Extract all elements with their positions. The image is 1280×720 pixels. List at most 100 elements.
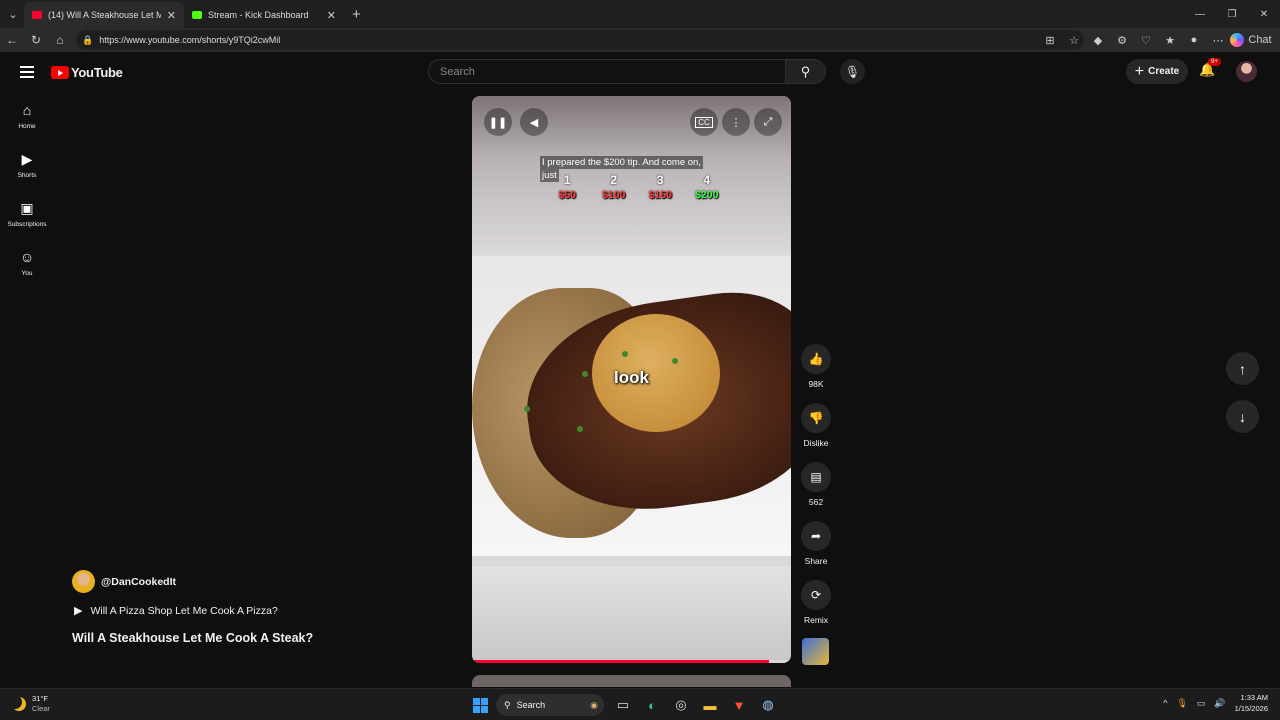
related-video-title: Will A Pizza Shop Let Me Cook A Pizza? bbox=[90, 604, 278, 617]
video-progress-bar[interactable] bbox=[472, 660, 791, 663]
extensions-icon[interactable]: ⚙ bbox=[1110, 34, 1134, 47]
microphone-icon[interactable]: 🎙 bbox=[1176, 698, 1187, 709]
notifications-button[interactable]: 🔔 9+ bbox=[1199, 58, 1221, 78]
mini-guide-sidebar: ⌂ Home ▶ Shorts ▣ Subscriptions ☺ You bbox=[0, 92, 54, 288]
like-button[interactable]: 👍 98K bbox=[797, 344, 835, 389]
next-short-button[interactable]: ↓ bbox=[1226, 400, 1259, 433]
speaker-icon[interactable]: 🔊 bbox=[1214, 698, 1225, 709]
restore-icon[interactable]: ❐ bbox=[1216, 9, 1248, 20]
remix-button[interactable]: ⟳ Remix bbox=[797, 580, 835, 625]
sidebar-item-home[interactable]: ⌂ Home bbox=[0, 92, 54, 141]
remix-icon: ⟳ bbox=[801, 580, 831, 610]
sidebar-item-subscriptions[interactable]: ▣ Subscriptions bbox=[0, 190, 54, 239]
tab-youtube[interactable]: (14) Will A Steakhouse Let Me ✕ bbox=[24, 2, 184, 28]
chrome-icon[interactable]: ◎ bbox=[668, 693, 694, 717]
channel-avatar[interactable] bbox=[72, 570, 95, 593]
more-vert-icon: ⋮ bbox=[730, 116, 742, 129]
task-view-icon[interactable]: ▭ bbox=[610, 693, 636, 717]
share-button[interactable]: ➦ Share bbox=[797, 521, 835, 566]
sidebar-item-label: You bbox=[21, 270, 33, 277]
search-input[interactable]: Search bbox=[428, 59, 786, 84]
more-options-button[interactable]: ⋮ bbox=[722, 108, 750, 136]
minimize-icon[interactable]: — bbox=[1184, 9, 1216, 20]
more-menu-icon[interactable]: ⋯ bbox=[1206, 34, 1230, 47]
brave-browser-icon[interactable]: ▼ bbox=[726, 693, 752, 717]
video-title: Will A Steakhouse Let Me Cook A Steak? bbox=[72, 631, 314, 645]
search-highlight-icon: ◉ bbox=[590, 699, 598, 710]
cc-icon: CC bbox=[695, 116, 713, 128]
browser-essentials-icon[interactable]: ♡ bbox=[1134, 34, 1158, 47]
sidebar-item-you[interactable]: ☺ You bbox=[0, 239, 54, 288]
browser-tab-bar: ⌄ (14) Will A Steakhouse Let Me ✕ Stream… bbox=[0, 0, 1280, 28]
account-avatar[interactable] bbox=[1236, 61, 1257, 82]
steam-icon[interactable]: ◍ bbox=[755, 693, 781, 717]
tip-options: 1 $50 2 $100 3 $150 4 $200 bbox=[544, 173, 730, 201]
arrow-up-icon: ↑ bbox=[1239, 360, 1246, 377]
new-tab-icon[interactable]: + bbox=[352, 6, 361, 23]
microphone-icon: 🎙 bbox=[844, 64, 861, 79]
weather-widget[interactable]: 31°F Clear bbox=[12, 694, 50, 714]
close-window-icon[interactable]: ✕ bbox=[1248, 9, 1280, 20]
edge-browser-icon[interactable]: ◐ bbox=[639, 693, 665, 717]
home-icon[interactable]: ⌂ bbox=[48, 33, 72, 47]
favorite-star-icon[interactable]: ☆ bbox=[1062, 34, 1086, 47]
channel-info[interactable]: @DanCookedIt bbox=[72, 570, 176, 593]
tip-option: 1 $50 bbox=[544, 173, 591, 201]
favorites-icon[interactable]: ★ bbox=[1158, 34, 1182, 47]
url-field[interactable]: 🔒 https://www.youtube.com/shorts/y9TQi2c… bbox=[76, 30, 1084, 50]
dislike-button[interactable]: 👎 Dislike bbox=[797, 403, 835, 448]
sidebar-item-label: Home bbox=[18, 123, 36, 130]
comments-button[interactable]: ▤ 562 bbox=[797, 462, 835, 507]
chevron-up-icon[interactable]: ^ bbox=[1163, 698, 1167, 708]
channel-handle[interactable]: @DanCookedIt bbox=[101, 576, 176, 588]
subscriptions-icon: ▣ bbox=[20, 200, 34, 216]
logo-text: YouTube bbox=[71, 65, 123, 80]
taskbar-search[interactable]: ⚲ Search ◉ bbox=[496, 694, 604, 716]
herb-garnish bbox=[524, 406, 530, 412]
herb-garnish bbox=[622, 351, 628, 357]
tab-kick[interactable]: Stream - Kick Dashboard ✕ bbox=[184, 2, 344, 28]
app-available-icon[interactable]: ⊞ bbox=[1038, 34, 1062, 47]
menu-icon[interactable] bbox=[20, 66, 34, 78]
related-video-link[interactable]: ▶ Will A Pizza Shop Let Me Cook A Pizza? bbox=[72, 604, 278, 618]
youtube-logo[interactable]: YouTube bbox=[51, 65, 123, 80]
tab-close-icon[interactable]: ✕ bbox=[167, 9, 176, 22]
site-info-icon[interactable]: 🔒 bbox=[82, 35, 93, 46]
tab-title: Stream - Kick Dashboard bbox=[208, 10, 309, 20]
sidebar-item-shorts[interactable]: ▶ Shorts bbox=[0, 141, 54, 190]
home-icon: ⌂ bbox=[22, 102, 32, 118]
system-tray: ^ 🎙 ▭ 🔊 1:33 AM 1/15/2026 bbox=[1163, 692, 1268, 714]
channel-thumbnail[interactable] bbox=[802, 638, 829, 665]
fullscreen-button[interactable]: ⤢ bbox=[754, 108, 782, 136]
previous-short-button[interactable]: ↑ bbox=[1226, 352, 1259, 385]
moon-icon bbox=[12, 697, 26, 711]
expand-icon: ⤢ bbox=[763, 115, 773, 128]
mute-button[interactable]: ◀ bbox=[520, 108, 548, 136]
taskbar-search-label: Search bbox=[516, 700, 546, 710]
tab-actions-menu-button[interactable]: ⌄ bbox=[2, 3, 24, 25]
weather-condition: Clear bbox=[32, 704, 50, 713]
captions-button[interactable]: CC bbox=[690, 108, 718, 136]
start-button[interactable] bbox=[467, 693, 493, 717]
extension-diamond-icon[interactable]: ◆ bbox=[1086, 34, 1110, 47]
refresh-icon[interactable]: ↻ bbox=[24, 33, 48, 47]
search-button[interactable]: ⚲ bbox=[786, 59, 826, 84]
copilot-chat-button[interactable]: Chat bbox=[1230, 33, 1280, 47]
profile-icon[interactable]: ● bbox=[1182, 34, 1206, 46]
tab-close-icon[interactable]: ✕ bbox=[327, 9, 336, 22]
voice-search-button[interactable]: 🎙 bbox=[840, 59, 865, 84]
file-explorer-icon[interactable]: ▬ bbox=[697, 693, 723, 717]
herb-garnish bbox=[672, 358, 678, 364]
thumbs-up-icon: 👍 bbox=[801, 344, 831, 374]
shorts-video-player[interactable]: ❚❚ ◀ CC ⋮ ⤢ I prepared the $200 tip. And… bbox=[472, 96, 791, 663]
system-clock[interactable]: 1:33 AM 1/15/2026 bbox=[1235, 692, 1268, 714]
clock-date: 1/15/2026 bbox=[1234, 704, 1268, 713]
url-text: https://www.youtube.com/shorts/y9TQi2cwM… bbox=[99, 35, 281, 45]
next-short-preview[interactable] bbox=[472, 675, 791, 687]
create-button[interactable]: + Create bbox=[1126, 59, 1188, 84]
back-icon[interactable]: ← bbox=[0, 33, 24, 47]
tip-amount: $50 bbox=[558, 189, 577, 201]
pause-button[interactable]: ❚❚ bbox=[484, 108, 512, 136]
browser-extensions: ⊞ ☆ ◆ ⚙ ♡ ★ ● ⋯ Chat bbox=[1038, 28, 1280, 52]
display-icon[interactable]: ▭ bbox=[1197, 698, 1206, 709]
